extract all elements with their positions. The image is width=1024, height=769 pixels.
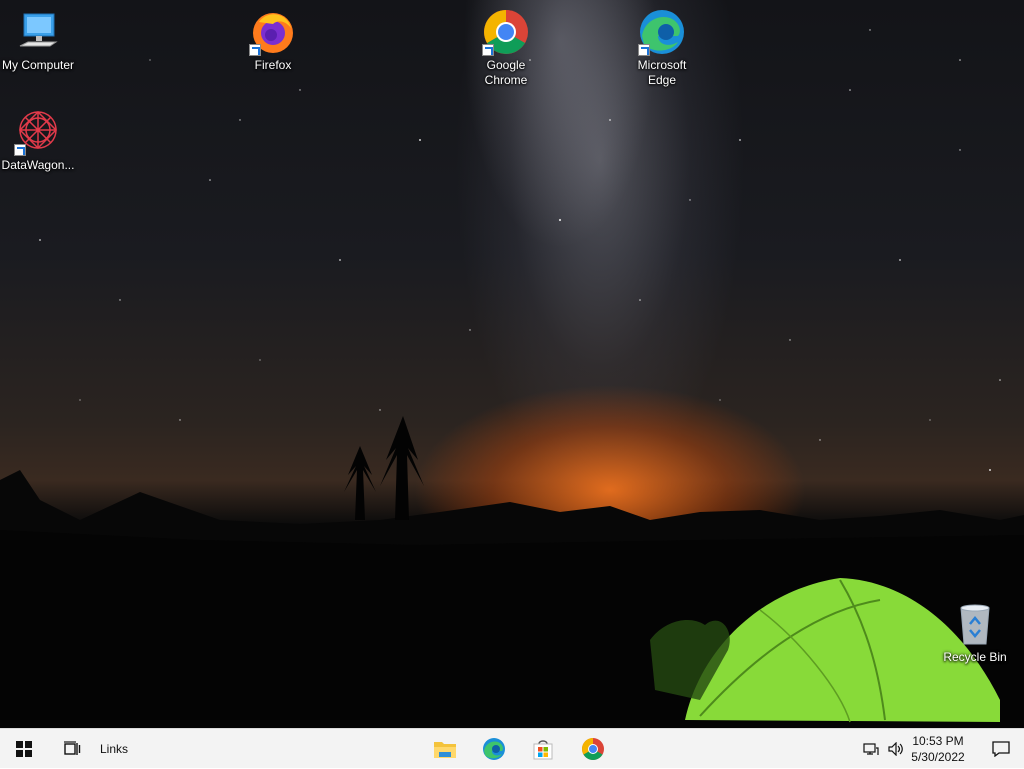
mountain-silhouette	[0, 416, 1024, 728]
file-explorer-icon	[434, 742, 456, 758]
store-icon	[533, 740, 553, 760]
clock-date: 5/30/2022	[911, 750, 965, 764]
desktop-icon-label: My Computer	[1, 58, 75, 72]
desktop-wallpaper	[0, 0, 1024, 728]
volume-indicator[interactable]	[884, 729, 908, 769]
desktop-icon-label: DataWagon...	[1, 158, 75, 172]
chrome-icon	[482, 8, 530, 56]
desktop-icon-google-chrome[interactable]: Google Chrome	[468, 8, 544, 88]
shortcut-arrow-icon	[482, 44, 494, 56]
shortcut-arrow-icon	[14, 144, 26, 156]
action-center-button[interactable]	[978, 729, 1024, 769]
taskbar-edge[interactable]	[471, 729, 517, 769]
desktop-icon-label: Microsoft Edge	[637, 58, 687, 87]
desktop-icon-firefox[interactable]: Firefox	[235, 8, 311, 73]
taskbar-file-explorer[interactable]	[422, 729, 468, 769]
shortcut-arrow-icon	[249, 44, 261, 56]
clock-time: 10:53 PM	[912, 734, 964, 748]
taskbar: Links 10:53 PM 5/30/2022	[0, 728, 1024, 768]
shortcut-arrow-icon	[638, 44, 650, 56]
desktop-icon-label: Recycle Bin	[943, 650, 1007, 664]
edge-icon	[483, 738, 505, 760]
computer-icon	[14, 8, 62, 56]
notification-icon	[992, 741, 1010, 757]
network-indicator[interactable]	[858, 729, 884, 769]
task-view-button[interactable]	[50, 729, 94, 769]
desktop-icon-microsoft-edge[interactable]: Microsoft Edge	[624, 8, 700, 88]
desktop-icon-datawagon[interactable]: DataWagon...	[0, 108, 76, 173]
recycle-bin-icon	[951, 600, 999, 648]
network-icon	[863, 743, 879, 755]
speaker-icon	[888, 742, 903, 756]
taskbar-chrome[interactable]	[570, 729, 616, 769]
links-toolbar[interactable]: Links	[96, 729, 132, 769]
start-button[interactable]	[0, 729, 48, 769]
edge-icon	[638, 8, 686, 56]
windows-logo-icon	[16, 741, 32, 757]
taskbar-microsoft-store[interactable]	[520, 729, 566, 769]
chrome-icon	[582, 738, 604, 760]
desktop-icon-label: Google Chrome	[484, 58, 528, 87]
system-clock[interactable]: 10:53 PM 5/30/2022	[908, 733, 968, 765]
firefox-icon	[249, 8, 297, 56]
desktop-icon-my-computer[interactable]: My Computer	[0, 8, 76, 73]
task-view-icon	[64, 741, 81, 755]
desktop-icon-recycle-bin[interactable]: Recycle Bin	[937, 600, 1013, 665]
datawagon-icon	[14, 108, 62, 156]
desktop-icon-label: Firefox	[254, 58, 292, 72]
